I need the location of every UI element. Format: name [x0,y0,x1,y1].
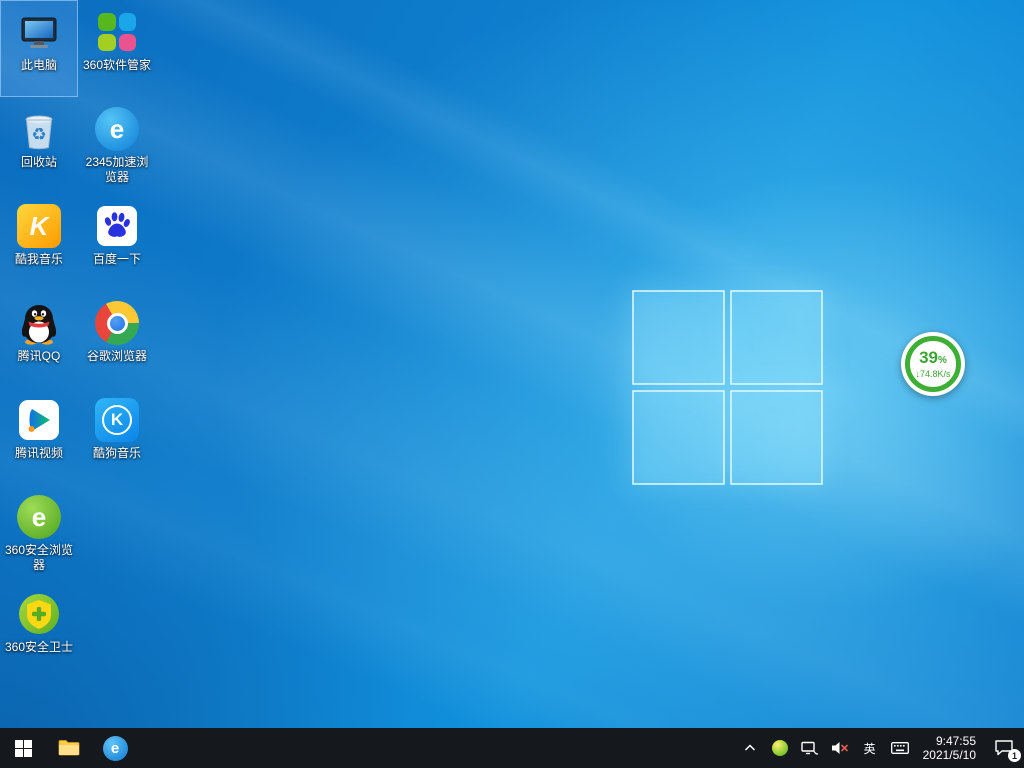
keyboard-icon [891,741,909,755]
clock-date: 2021/5/10 [923,748,976,762]
tray-expand-button[interactable] [735,728,765,768]
desktop-icon-label: 2345加速浏览器 [80,155,154,185]
desktop-icon-this-pc[interactable]: 此电脑 [0,0,78,97]
desktop-icon-kugou-music[interactable]: K 酷狗音乐 [78,388,156,485]
volume-muted-icon [831,740,849,756]
desktop-icon-2345-browser[interactable]: e 2345加速浏览器 [78,97,156,194]
desktop-icon-tencent-qq[interactable]: 腾讯QQ [0,291,78,388]
clock-time: 9:47:55 [923,734,976,748]
360-software-manager-icon [95,10,139,54]
network-icon [801,740,819,756]
baidu-paw-icon [95,204,139,248]
qq-penguin-icon [17,301,61,345]
taskbar-clock[interactable]: 9:47:55 2021/5/10 [915,734,984,762]
browser-taskbar-button[interactable]: e [92,728,138,768]
360-safeguard-shield-icon [17,592,61,636]
chevron-up-icon [743,743,757,753]
file-explorer-button[interactable] [46,728,92,768]
taskbar: e [0,728,1024,768]
desktop-icon-label: 酷我音乐 [15,252,63,267]
desktop-icon-label: 谷歌浏览器 [87,349,147,364]
download-speed: ↓74.8K/s [915,369,950,380]
desktop-icon-label: 腾讯视频 [15,446,63,461]
desktop-icon-label: 360安全浏览器 [2,543,76,573]
recycle-bin-icon: ♻ [17,107,61,151]
desktop-icon-label: 此电脑 [21,58,57,73]
browser-e-icon: e [103,736,128,761]
tray-360-safeguard[interactable] [765,728,795,768]
notification-badge: 1 [1008,749,1021,762]
system-tray: 英 9:47:55 2021/5/10 [735,728,1024,768]
desktop-icon-tencent-video[interactable]: 腾讯视频 [0,388,78,485]
this-pc-icon [17,10,61,54]
desktop-icon-360-safeguard[interactable]: 360安全卫士 [0,582,78,679]
360-tray-icon [772,740,788,756]
desktop-icon-recycle-bin[interactable]: ♻ 回收站 [0,97,78,194]
desktop-icon-label: 回收站 [21,155,57,170]
desktop-icon-kuwo-music[interactable]: K 酷我音乐 [0,194,78,291]
taskbar-left: e [0,728,138,768]
tencent-video-icon [17,398,61,442]
desktop-icon-label: 360软件管家 [83,58,151,73]
desktop-icon-baidu[interactable]: 百度一下 [78,194,156,291]
desktop-icon-column-1: 此电脑 ♻ 回收站 K 酷我音乐 [0,0,78,679]
kugou-music-icon: K [95,398,139,442]
action-center-button[interactable]: 1 [984,728,1024,768]
windows-start-icon [15,740,32,757]
ime-indicator[interactable]: 英 [855,728,885,768]
desktop-icon-360-software-manager[interactable]: 360软件管家 [78,0,156,97]
start-button[interactable] [0,728,46,768]
download-percent: 39% [919,349,947,369]
360-browser-icon: e [17,495,61,539]
download-progress-ring: 39% ↓74.8K/s [905,336,961,392]
2345-browser-icon: e [95,107,139,151]
desktop[interactable]: 此电脑 ♻ 回收站 K 酷我音乐 [0,0,1024,768]
touch-keyboard-button[interactable] [885,728,915,768]
desktop-icon-label: 腾讯QQ [18,349,61,364]
tray-volume[interactable] [825,728,855,768]
desktop-icon-column-2: 360软件管家 e 2345加速浏览器 [78,0,156,485]
desktop-icon-360-safe-browser[interactable]: e 360安全浏览器 [0,485,78,582]
kuwo-music-icon: K [17,204,61,248]
desktop-icon-chrome[interactable]: 谷歌浏览器 [78,291,156,388]
windows-logo [632,290,824,486]
svg-text:♻: ♻ [31,125,46,144]
desktop-icon-label: 百度一下 [93,252,141,267]
chrome-icon [95,301,139,345]
desktop-icon-label: 360安全卫士 [5,640,73,655]
download-progress-widget[interactable]: 39% ↓74.8K/s [901,332,965,396]
tray-network[interactable] [795,728,825,768]
desktop-icon-label: 酷狗音乐 [93,446,141,461]
folder-icon [58,739,80,757]
